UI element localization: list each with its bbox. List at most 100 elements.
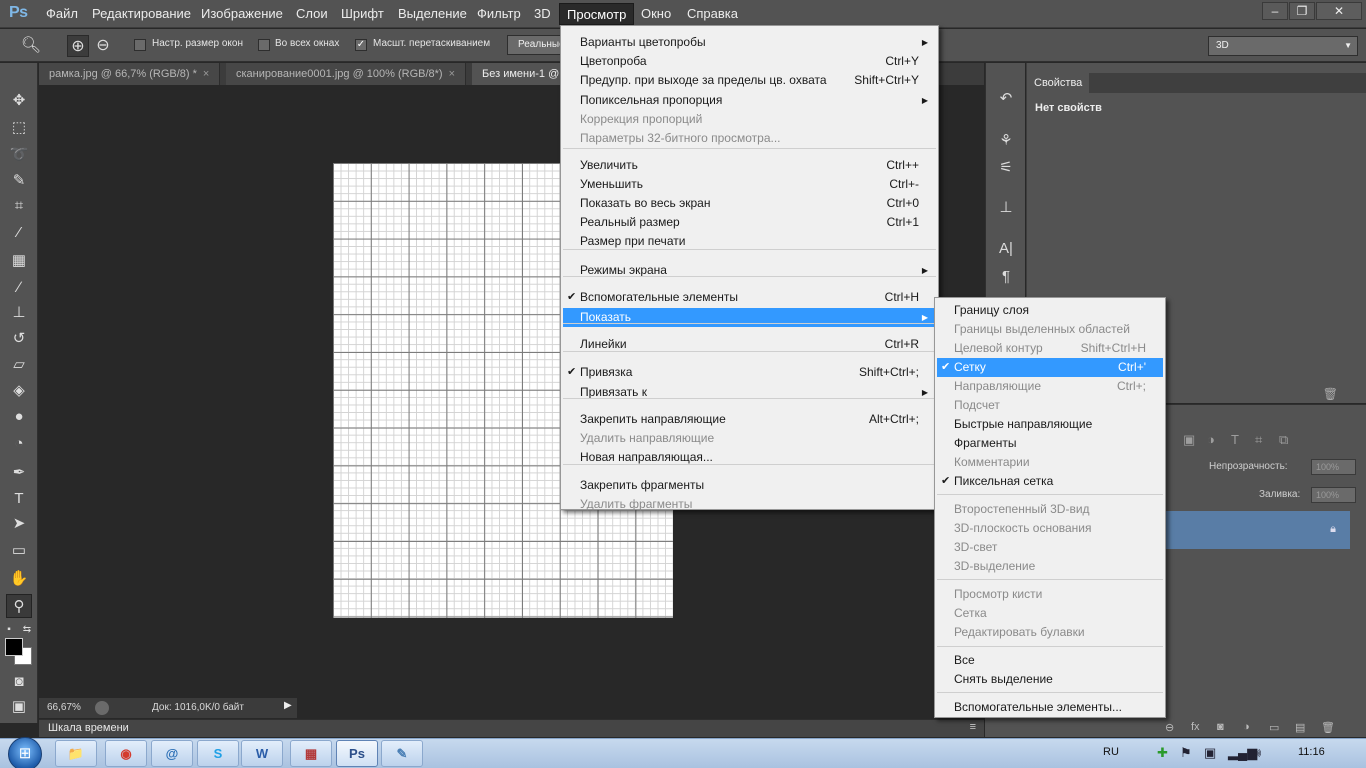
show-menu-item[interactable]: Сетку ✔ Ctrl+' bbox=[937, 358, 1163, 377]
zoom-out-icon[interactable]: ⊖ bbox=[92, 35, 114, 57]
stamp-tool-icon[interactable]: ⊥ bbox=[6, 301, 32, 325]
minimize-button[interactable]: – bbox=[1262, 2, 1288, 20]
image-filter-icon[interactable]: ▣ bbox=[1183, 432, 1195, 448]
view-menu-item[interactable]: Закрепить направляющие Alt+Ctrl+; bbox=[563, 410, 936, 429]
start-button[interactable]: ⊞ bbox=[8, 737, 42, 768]
delete-layer-icon[interactable]: 🗑︎ bbox=[1321, 721, 1335, 734]
view-menu-item[interactable]: Реальный размер Ctrl+1 bbox=[563, 213, 936, 232]
shape-filter-icon[interactable]: ⌗ bbox=[1255, 432, 1262, 448]
show-menu-item[interactable]: Все bbox=[937, 651, 1163, 670]
view-menu-item[interactable]: Цветопроба Ctrl+Y bbox=[563, 52, 936, 71]
panel-menu-icon[interactable]: ≡ bbox=[970, 721, 976, 733]
lasso-tool-icon[interactable]: ➰ bbox=[6, 143, 32, 167]
menu-file[interactable]: Файл bbox=[39, 3, 85, 25]
view-menu-item[interactable]: Показать во весь экран Ctrl+0 bbox=[563, 194, 936, 213]
workspace-select[interactable]: 3D ▼ bbox=[1208, 36, 1358, 56]
menu-image[interactable]: Изображение bbox=[194, 3, 290, 25]
scrubby-zoom-checkbox[interactable]: ✓ bbox=[355, 39, 367, 51]
menu-help[interactable]: Справка bbox=[680, 3, 745, 25]
folder-icon[interactable]: ▭ bbox=[1269, 721, 1279, 734]
status-info-icon[interactable] bbox=[95, 701, 109, 715]
screen-mode-icon[interactable]: ▣ bbox=[6, 695, 32, 719]
language-indicator[interactable]: RU bbox=[1103, 746, 1119, 758]
marquee-tool-icon[interactable]: ⬚ bbox=[6, 116, 32, 140]
eraser-tool-icon[interactable]: ▱ bbox=[6, 353, 32, 377]
paint-app-icon[interactable]: ✎ bbox=[381, 740, 423, 767]
zoom-level[interactable]: 66,67% bbox=[47, 702, 81, 713]
view-menu-item[interactable]: Увеличить Ctrl++ bbox=[563, 156, 936, 175]
mask-icon[interactable]: ◙ bbox=[1217, 721, 1224, 733]
show-menu-item[interactable]: Фрагменты bbox=[937, 434, 1163, 453]
link-icon[interactable]: ⊖ bbox=[1165, 721, 1174, 734]
menu-layers[interactable]: Слои bbox=[289, 3, 335, 25]
adjustment-filter-icon[interactable]: ◑ bbox=[1207, 432, 1215, 447]
menu-type[interactable]: Шрифт bbox=[334, 3, 391, 25]
adjustment-icon[interactable]: ◑ bbox=[1243, 721, 1250, 733]
menu-window[interactable]: Окно bbox=[634, 3, 678, 25]
view-menu-item[interactable]: Уменьшить Ctrl+- bbox=[563, 175, 936, 194]
menu-edit[interactable]: Редактирование bbox=[85, 3, 198, 25]
paint-icon[interactable]: ▦ bbox=[290, 740, 332, 767]
status-menu-arrow-icon[interactable]: ▶ bbox=[284, 700, 292, 711]
devices-icon[interactable]: ▣ bbox=[1204, 745, 1216, 761]
tab-frame[interactable]: рамка.jpg @ 66,7% (RGB/8) * × bbox=[39, 63, 221, 85]
brush-tool-icon[interactable]: ∕ bbox=[6, 276, 32, 300]
menu-select[interactable]: Выделение bbox=[391, 3, 474, 25]
type-filter-icon[interactable]: T bbox=[1231, 432, 1239, 447]
all-windows-checkbox[interactable] bbox=[258, 39, 270, 51]
path-selection-tool-icon[interactable]: ➤ bbox=[6, 512, 32, 536]
network-icon[interactable]: @ bbox=[151, 740, 193, 767]
fill-field[interactable]: 100% bbox=[1311, 487, 1356, 503]
history-icon[interactable]: ↶ bbox=[994, 87, 1018, 111]
healing-brush-tool-icon[interactable]: ▦ bbox=[6, 249, 32, 273]
foreground-color-swatch[interactable] bbox=[5, 638, 23, 656]
tab-scan[interactable]: сканирование0001.jpg @ 100% (RGB/8*) × bbox=[226, 63, 467, 85]
paint-bucket-tool-icon[interactable]: ◈ bbox=[6, 379, 32, 403]
brush-settings-icon[interactable]: ⚟ bbox=[994, 156, 1018, 180]
resize-windows-checkbox[interactable] bbox=[134, 39, 146, 51]
tab-properties[interactable]: Свойства bbox=[1027, 73, 1090, 93]
view-menu-item[interactable]: Привязать к ▶ bbox=[563, 383, 936, 402]
show-menu-item[interactable]: Вспомогательные элементы... bbox=[937, 698, 1163, 717]
history-brush-tool-icon[interactable]: ↺ bbox=[6, 327, 32, 351]
opacity-field[interactable]: 100% bbox=[1311, 459, 1356, 475]
skype-icon[interactable]: S bbox=[197, 740, 239, 767]
flag-icon[interactable]: ⚑ bbox=[1180, 745, 1192, 761]
close-button[interactable]: ✕ bbox=[1316, 2, 1362, 20]
restore-button[interactable]: ❐ bbox=[1289, 2, 1315, 20]
zoom-tool-icon[interactable]: ⚲ bbox=[6, 594, 32, 618]
show-menu-item[interactable]: Границу слоя bbox=[937, 301, 1163, 320]
new-layer-icon[interactable]: ▤ bbox=[1295, 721, 1305, 734]
volume-icon[interactable]: 🔊︎ bbox=[1253, 745, 1261, 761]
view-menu-item[interactable]: Привязка ✔ Shift+Ctrl+; bbox=[563, 363, 936, 382]
explorer-icon[interactable]: 📁 bbox=[55, 740, 97, 767]
hand-tool-icon[interactable]: ✋ bbox=[6, 567, 32, 591]
tab-untitled[interactable]: Без имени-1 @ bbox=[472, 63, 571, 85]
menu-view[interactable]: Просмотр bbox=[559, 3, 635, 25]
view-menu-item[interactable]: Вспомогательные элементы ✔ Ctrl+H bbox=[563, 288, 936, 307]
rectangle-tool-icon[interactable]: ▭ bbox=[6, 539, 32, 563]
eyedropper-tool-icon[interactable]: ⁄ bbox=[6, 221, 32, 245]
tray-plus-icon[interactable]: ✚ bbox=[1157, 745, 1168, 761]
blur-tool-icon[interactable]: ● bbox=[6, 405, 32, 429]
clock[interactable]: 11:16 bbox=[1298, 746, 1325, 758]
paragraph-icon[interactable]: ¶ bbox=[994, 265, 1018, 289]
pen-tool-icon[interactable]: ✒ bbox=[6, 461, 32, 485]
view-menu-item[interactable]: Показать ▶ bbox=[563, 308, 936, 327]
timeline-label[interactable]: Шкала времени bbox=[48, 722, 129, 734]
move-tool-icon[interactable]: ✥ bbox=[6, 89, 32, 113]
show-menu-item[interactable]: Снять выделение bbox=[937, 670, 1163, 689]
view-menu-item[interactable]: Предупр. при выходе за пределы цв. охват… bbox=[563, 71, 936, 90]
crop-tool-icon[interactable]: ⌗ bbox=[6, 194, 32, 218]
show-menu-item[interactable]: Быстрые направляющие bbox=[937, 415, 1163, 434]
view-menu-item[interactable]: Режимы экрана ▶ bbox=[563, 261, 936, 280]
clone-source-icon[interactable]: ⊥ bbox=[994, 196, 1018, 220]
quick-select-tool-icon[interactable]: ✎ bbox=[6, 169, 32, 193]
close-icon[interactable]: × bbox=[449, 68, 455, 80]
smart-object-filter-icon[interactable]: ⧉ bbox=[1279, 432, 1288, 448]
word-icon[interactable]: W bbox=[241, 740, 283, 767]
view-menu-item[interactable]: Варианты цветопробы ▶ bbox=[563, 33, 936, 52]
brush-preset-icon[interactable]: ⚘ bbox=[994, 129, 1018, 153]
trash-icon[interactable]: 🗑︎ bbox=[1323, 387, 1338, 401]
dodge-tool-icon[interactable]: ◔ bbox=[6, 432, 32, 456]
